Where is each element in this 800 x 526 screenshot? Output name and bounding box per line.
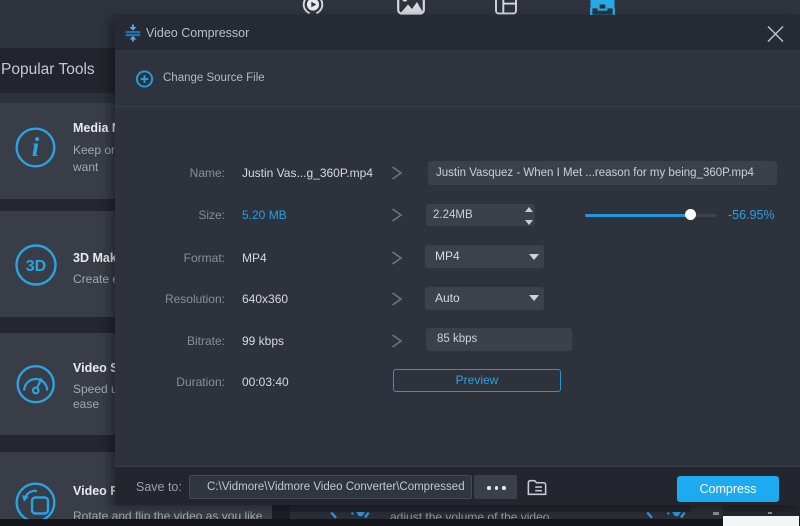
svg-text:3D: 3D	[26, 258, 46, 275]
svg-text:i: i	[32, 132, 40, 162]
